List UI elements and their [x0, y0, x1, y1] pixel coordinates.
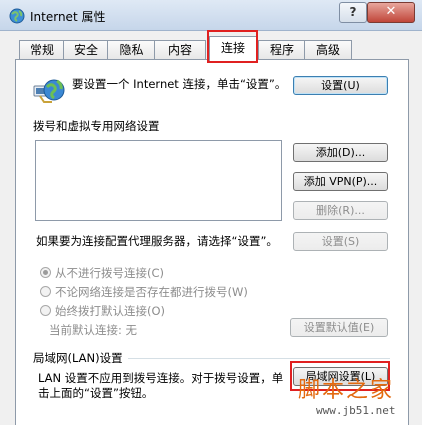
radio-always-dial[interactable]: 始终拨打默认连接(O): [40, 303, 165, 319]
proxy-description: 如果要为连接配置代理服务器，请选择“设置”。: [36, 234, 278, 248]
watermark-url: www.jb51.net: [316, 404, 396, 417]
internet-options-icon: [9, 8, 25, 24]
tab-connections[interactable]: 连接: [209, 36, 257, 61]
title-bar: Internet 属性 ? ✕: [0, 0, 422, 31]
lan-heading: 局域网(LAN)设置: [33, 351, 123, 365]
add-button[interactable]: 添加(D)...: [293, 143, 388, 162]
lan-group-divider: [128, 358, 390, 359]
close-button[interactable]: ✕: [367, 2, 415, 23]
tab-programs[interactable]: 程序: [258, 40, 306, 60]
radio-indicator: [40, 305, 51, 316]
proxy-settings-button[interactable]: 设置(S): [293, 232, 388, 251]
set-default-button[interactable]: 设置默认值(E): [290, 318, 388, 337]
window-title: Internet 属性: [30, 10, 106, 24]
tab-content[interactable]: 内容: [154, 40, 206, 60]
site-watermark: 脚本之家 www.jb51.net: [294, 372, 418, 424]
globe-network-icon: [33, 79, 65, 103]
tab-privacy[interactable]: 隐私: [107, 40, 156, 60]
radio-dial-whenever[interactable]: 不论网络连接是否存在都进行拨号(W): [40, 284, 248, 300]
current-default-label: 当前默认连接:: [49, 323, 122, 337]
current-default-value: 无: [125, 323, 138, 337]
dialup-heading: 拨号和虚拟专用网络设置: [33, 119, 160, 133]
lan-description: LAN 设置不应用到拨号连接。对于拨号设置，单击上面的“设置”按钮。: [38, 371, 284, 400]
setup-description: 要设置一个 Internet 连接，单击“设置”。: [72, 77, 287, 91]
radio-indicator: [40, 286, 51, 297]
setup-button[interactable]: 设置(U): [293, 76, 388, 95]
radio-indicator: [40, 267, 51, 278]
watermark-title: 脚本之家: [298, 378, 395, 403]
help-button[interactable]: ?: [339, 2, 367, 23]
radio-always-dial-label: 始终拨打默认连接(O): [55, 304, 166, 318]
connections-list[interactable]: [35, 140, 282, 221]
add-vpn-button[interactable]: 添加 VPN(P)...: [293, 172, 388, 191]
radio-dial-whenever-label: 不论网络连接是否存在都进行拨号(W): [55, 285, 248, 299]
radio-never-dial-label: 从不进行拨号连接(C): [55, 266, 165, 280]
current-default-connection: 当前默认连接: 无: [49, 322, 137, 338]
radio-never-dial[interactable]: 从不进行拨号连接(C): [40, 265, 164, 281]
tab-advanced[interactable]: 高级: [304, 40, 352, 60]
tab-general[interactable]: 常规: [19, 40, 65, 60]
tab-security[interactable]: 安全: [63, 40, 109, 60]
delete-button[interactable]: 删除(R)...: [293, 201, 388, 220]
